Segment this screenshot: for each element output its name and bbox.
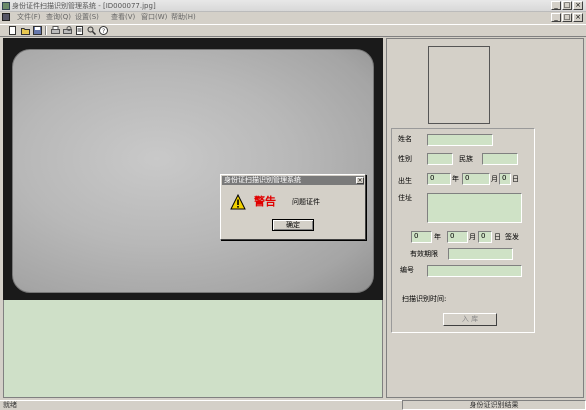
save-icon[interactable] — [33, 26, 42, 35]
warning-message: 问题证件 — [292, 198, 320, 206]
issue-day-field[interactable]: 0 — [478, 231, 492, 243]
issue-year-unit: 年 — [434, 233, 441, 241]
warning-heading: 警告 — [254, 195, 276, 208]
validity-field[interactable] — [448, 248, 513, 260]
menu-window[interactable]: 窗口(W) — [141, 13, 167, 22]
issue-month-field[interactable]: 0 — [447, 231, 468, 243]
nation-field[interactable] — [482, 153, 518, 165]
mdi-close-button[interactable]: × — [573, 13, 583, 22]
close-button[interactable]: × — [573, 1, 583, 10]
address-label: 住址 — [398, 194, 412, 202]
name-label: 姓名 — [398, 135, 412, 143]
birth-label: 出生 — [398, 177, 412, 185]
maximize-button[interactable]: □ — [562, 1, 572, 10]
issue-suffix-label: 签发 — [505, 233, 519, 241]
scan-icon[interactable] — [75, 26, 84, 35]
app-icon — [2, 2, 10, 10]
photo-frame — [428, 46, 490, 124]
id-card-image — [12, 49, 374, 293]
menu-help[interactable]: 帮助(H) — [171, 13, 196, 22]
number-field[interactable] — [427, 265, 522, 277]
birth-year-unit: 年 — [452, 175, 459, 183]
about-icon[interactable]: ? — [99, 26, 108, 35]
mdi-minimize-button[interactable]: _ — [551, 13, 561, 22]
minimize-button[interactable]: _ — [551, 1, 561, 10]
new-file-icon[interactable] — [8, 26, 17, 35]
mdi-restore-button[interactable]: □ — [562, 13, 572, 22]
menu-settings[interactable]: 设置(S) — [75, 13, 99, 22]
name-field[interactable] — [427, 134, 493, 146]
import-button[interactable]: 入 库 — [443, 313, 497, 326]
print-preview-icon[interactable] — [63, 26, 72, 35]
number-label: 编号 — [400, 266, 414, 274]
dialog-title: 身份证扫描识别管理系统 — [224, 176, 301, 184]
birth-year-field[interactable]: 0 — [427, 173, 451, 185]
validity-label: 有效期限 — [410, 250, 438, 258]
recognize-icon[interactable] — [87, 26, 97, 36]
menu-query[interactable]: 查询(Q) — [46, 13, 71, 22]
birth-day-field[interactable]: 0 — [499, 173, 511, 185]
scan-time-label: 扫描识别时间: — [402, 295, 447, 303]
svg-text:?: ? — [102, 28, 105, 35]
menu-file[interactable]: 文件(F) — [17, 13, 41, 22]
status-text: 就绪 — [3, 401, 17, 409]
document-icon[interactable] — [2, 13, 10, 21]
gender-field[interactable] — [427, 153, 453, 165]
issue-day-unit: 日 — [494, 233, 501, 241]
dialog-close-button[interactable]: × — [356, 177, 364, 184]
open-folder-icon[interactable] — [21, 26, 30, 35]
birth-day-unit: 日 — [512, 175, 519, 183]
birth-month-unit: 月 — [491, 175, 498, 183]
print-icon[interactable] — [51, 26, 60, 35]
nation-label: 民族 — [459, 155, 473, 163]
warning-icon — [230, 193, 246, 210]
gender-label: 性别 — [398, 155, 412, 163]
ok-button[interactable]: 确定 — [272, 219, 314, 231]
status-result: 身份证识别结果 — [402, 400, 586, 410]
window-title: 身份证件扫描识别管理系统 - [ID000077.jpg] — [12, 2, 156, 10]
toolbar-separator — [45, 26, 47, 35]
birth-month-field[interactable]: 0 — [462, 173, 490, 185]
address-field[interactable] — [427, 193, 522, 223]
menu-view[interactable]: 查看(V) — [111, 13, 135, 22]
issue-year-field[interactable]: 0 — [411, 231, 432, 243]
issue-month-unit: 月 — [469, 233, 476, 241]
